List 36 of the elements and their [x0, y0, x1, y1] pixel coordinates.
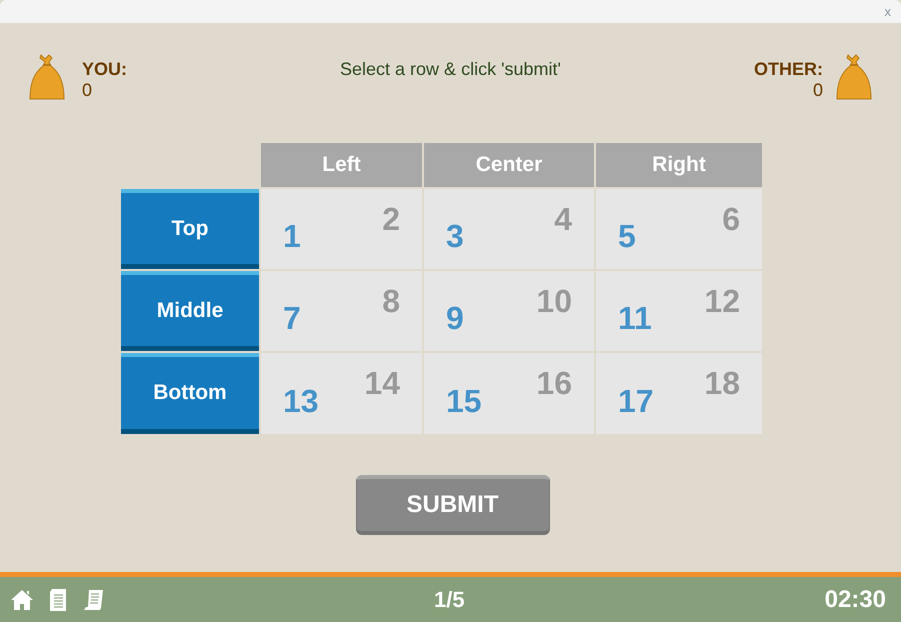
own-payoff: 15	[446, 383, 482, 420]
other-payoff: 16	[536, 365, 572, 402]
own-payoff: 7	[283, 300, 301, 337]
opponent-label: OTHER:	[754, 59, 823, 80]
player-label: YOU:	[82, 59, 127, 80]
instruction-text: Select a row & click 'submit'	[340, 58, 561, 80]
close-button[interactable]: x	[882, 4, 893, 19]
row-button[interactable]: Top	[121, 189, 259, 269]
own-payoff: 3	[446, 218, 464, 255]
timer: 02:30	[824, 586, 886, 614]
document-icon[interactable]	[48, 588, 68, 612]
scroll-icon[interactable]	[82, 588, 106, 612]
other-payoff: 18	[704, 365, 740, 402]
row-button[interactable]: Middle	[121, 271, 259, 351]
player-score: 0	[82, 80, 94, 101]
column-header: Center	[424, 143, 594, 187]
own-payoff: 5	[618, 218, 636, 255]
round-counter: 1/5	[434, 586, 465, 612]
row-button[interactable]: Bottom	[121, 353, 259, 434]
other-payoff: 8	[382, 283, 400, 320]
other-payoff: 4	[554, 201, 572, 238]
other-payoff: 14	[364, 365, 400, 402]
other-payoff: 12	[704, 283, 740, 320]
column-header: Left	[261, 143, 422, 187]
own-payoff: 9	[446, 300, 464, 337]
other-payoff: 6	[722, 201, 740, 238]
other-payoff: 2	[382, 201, 400, 238]
own-payoff: 17	[618, 383, 654, 420]
home-icon[interactable]	[10, 588, 34, 610]
own-payoff: 1	[283, 218, 301, 255]
opponent-score: 0	[812, 80, 823, 101]
own-payoff: 11	[618, 300, 652, 337]
submit-button[interactable]: SUBMIT	[356, 475, 550, 535]
other-payoff: 10	[536, 283, 572, 320]
own-payoff: 13	[283, 383, 319, 420]
column-header: Right	[596, 143, 762, 187]
